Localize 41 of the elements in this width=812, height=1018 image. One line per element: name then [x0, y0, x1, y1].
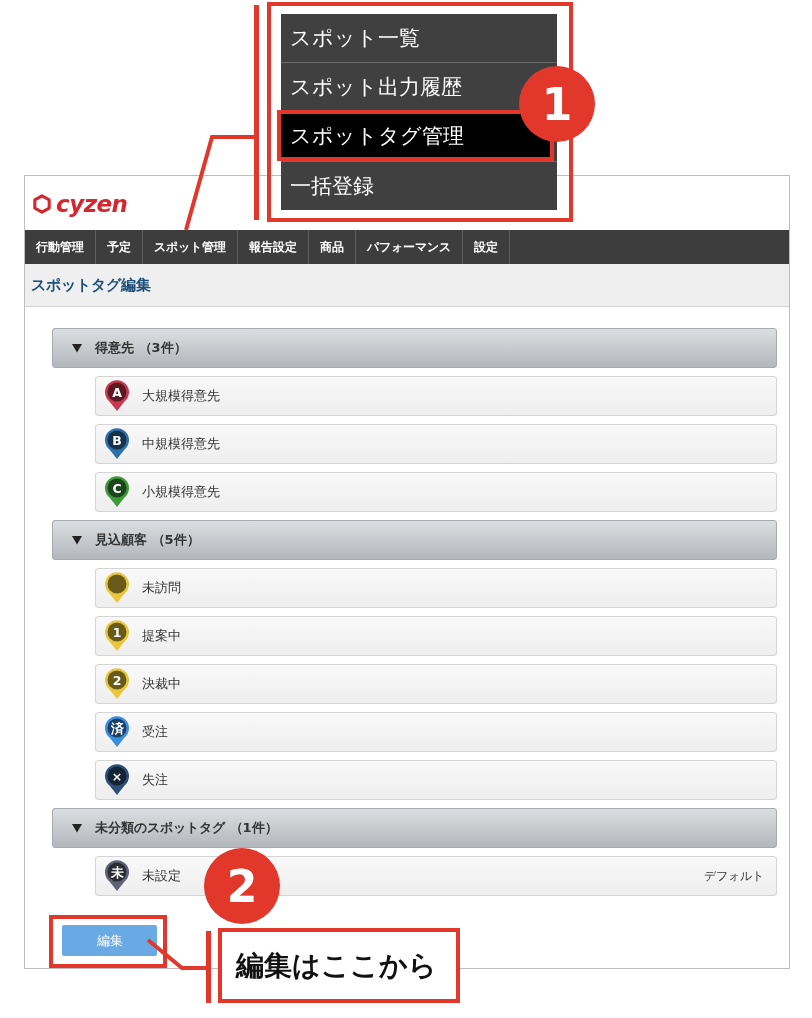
tag-row[interactable]: 済 受注: [95, 712, 777, 752]
map-pin-icon: ×: [104, 764, 130, 796]
callout: 編集はここから: [218, 928, 460, 1003]
group-header[interactable]: 得意先 （3件）: [52, 328, 777, 368]
map-pin-icon: C: [104, 476, 130, 508]
tag-name: 大規模得意先: [142, 387, 220, 405]
map-pin-icon: B: [104, 428, 130, 460]
tag-row[interactable]: C 小規模得意先: [95, 472, 777, 512]
tag-name: 受注: [142, 723, 168, 741]
tag-row[interactable]: 2 決裁中: [95, 664, 777, 704]
tag-row[interactable]: 1 提案中: [95, 616, 777, 656]
map-pin-icon: 1: [104, 620, 130, 652]
map-pin-icon: 済: [104, 716, 130, 748]
tag-name: 決裁中: [142, 675, 181, 693]
map-pin-icon: A: [104, 380, 130, 412]
tag-name: 未訪問: [142, 579, 181, 597]
menu-item[interactable]: スポット一覧: [281, 14, 429, 62]
hexagon-logo-icon: [33, 194, 51, 214]
group-title: 見込顧客 （5件）: [95, 531, 200, 549]
map-pin-icon: 2: [104, 668, 130, 700]
menu-item[interactable]: スポット出力履歴: [281, 63, 471, 111]
tag-name: 未設定: [142, 867, 181, 885]
tag-row[interactable]: 未訪問: [95, 568, 777, 608]
tag-name: 失注: [142, 771, 168, 789]
group-header[interactable]: 見込顧客 （5件）: [52, 520, 777, 560]
menu-item[interactable]: 一括登録: [281, 162, 383, 210]
map-pin-icon: 未: [104, 860, 130, 892]
tag-row[interactable]: B 中規模得意先: [95, 424, 777, 464]
tag-row[interactable]: × 失注: [95, 760, 777, 800]
leader-line: [146, 938, 207, 970]
tag-name: 小規模得意先: [142, 483, 220, 501]
group-title: 未分類のスポットタグ （1件）: [95, 819, 278, 837]
tag-row[interactable]: A 大規模得意先: [95, 376, 777, 416]
page-title: スポットタグ編集: [31, 275, 151, 295]
group-title: 得意先 （3件）: [95, 339, 187, 357]
group-header[interactable]: 未分類のスポットタグ （1件）: [52, 808, 777, 848]
accent-bar: [206, 931, 211, 1003]
tag-name: 提案中: [142, 627, 181, 645]
tag-name: 中規模得意先: [142, 435, 220, 453]
logo-text: cyzen: [56, 190, 128, 218]
default-label: デフォルト: [704, 867, 764, 885]
